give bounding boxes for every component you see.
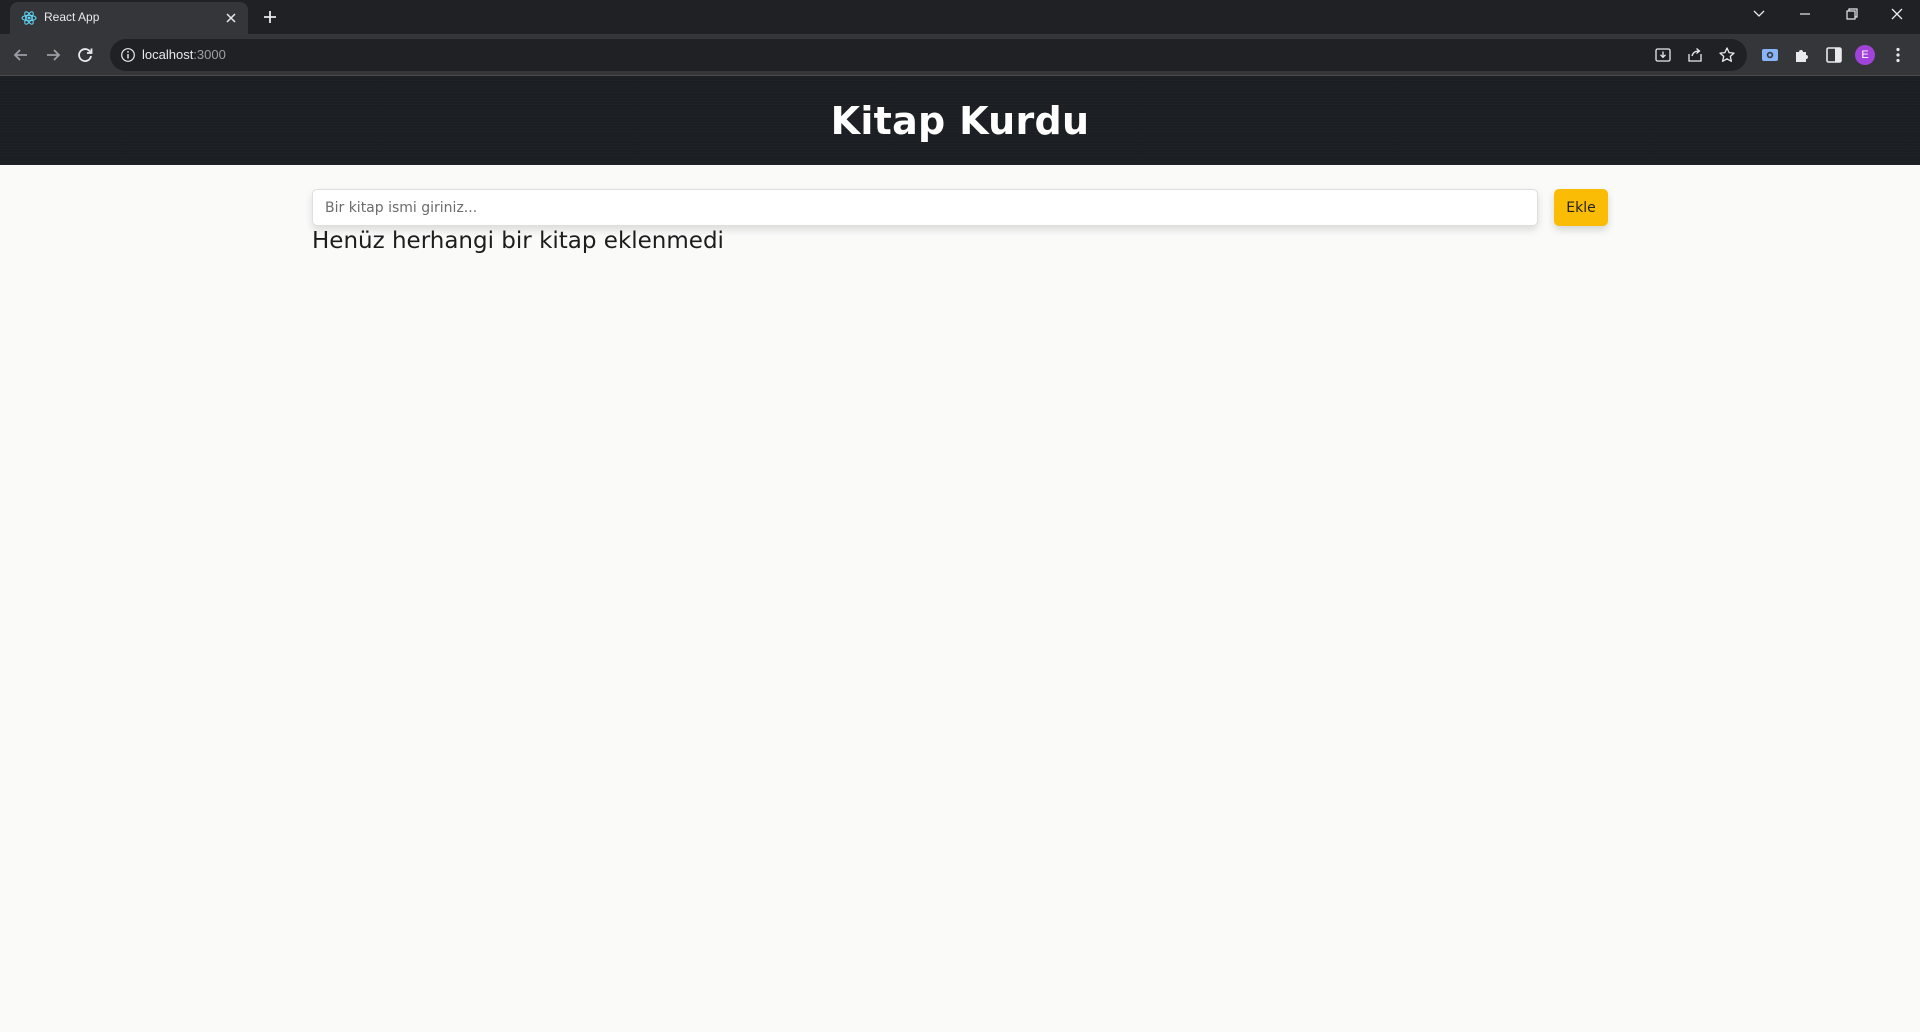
install-app-icon[interactable]: [1653, 45, 1673, 65]
extensions-puzzle-icon[interactable]: [1791, 44, 1813, 66]
close-tab-icon[interactable]: [222, 9, 240, 27]
restore-icon[interactable]: [1838, 4, 1864, 24]
url-host: localhost: [142, 47, 194, 62]
profile-avatar[interactable]: E: [1855, 45, 1875, 65]
side-panel-icon[interactable]: [1823, 44, 1845, 66]
app-header: Kitap Kurdu: [0, 76, 1920, 165]
url-port: :3000: [193, 47, 226, 62]
site-info-icon[interactable]: [120, 47, 136, 63]
forward-icon[interactable]: [42, 44, 64, 66]
more-menu-icon[interactable]: [1887, 44, 1909, 66]
tab-search-icon[interactable]: [1746, 4, 1772, 24]
reload-icon[interactable]: [74, 44, 96, 66]
back-icon[interactable]: [10, 44, 32, 66]
close-window-icon[interactable]: [1884, 4, 1910, 24]
empty-list-message: Henüz herhangi bir kitap eklenmedi: [312, 228, 724, 254]
minimize-icon[interactable]: [1792, 4, 1818, 24]
share-icon[interactable]: [1685, 45, 1705, 65]
tab-title: React App: [44, 10, 100, 24]
new-tab-icon[interactable]: [260, 7, 280, 27]
url-text: localhost:3000: [142, 47, 226, 62]
browser-toolbar: localhost:3000 E: [0, 34, 1920, 76]
address-bar[interactable]: localhost:3000: [110, 39, 1747, 71]
bookmark-star-icon[interactable]: [1717, 45, 1737, 65]
browser-tab-strip: React App: [0, 0, 1920, 34]
screen-capture-extension-icon[interactable]: [1759, 44, 1781, 66]
react-logo-icon: [21, 11, 37, 25]
add-book-button[interactable]: Ekle: [1554, 189, 1608, 226]
app-title: Kitap Kurdu: [830, 98, 1090, 143]
browser-tab[interactable]: React App: [10, 2, 248, 34]
book-name-input[interactable]: [312, 189, 1538, 226]
